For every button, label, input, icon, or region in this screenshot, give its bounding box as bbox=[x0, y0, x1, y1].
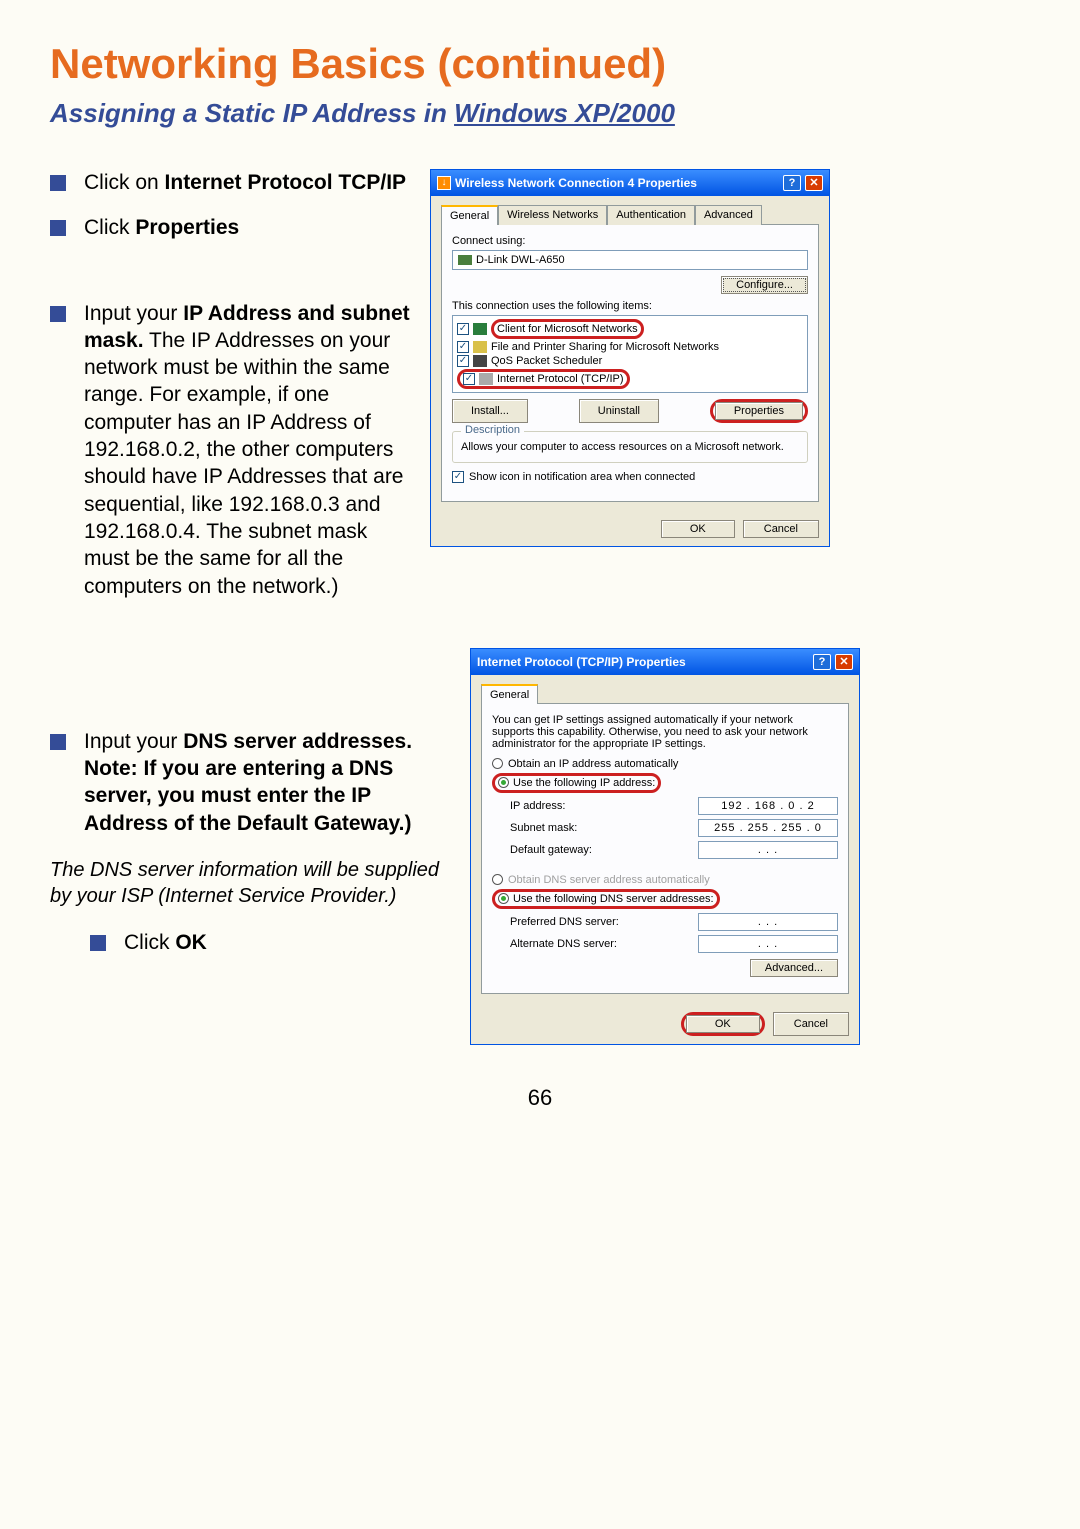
info-text: You can get IP settings assigned automat… bbox=[492, 714, 838, 750]
tcpip-properties-dialog: Internet Protocol (TCP/IP) Properties ? … bbox=[470, 648, 860, 1045]
list-item[interactable]: ✓ QoS Packet Scheduler bbox=[455, 354, 805, 368]
tab-wireless-networks[interactable]: Wireless Networks bbox=[498, 205, 607, 225]
bullet-icon bbox=[90, 935, 106, 951]
show-icon-checkbox[interactable]: ✓ bbox=[452, 471, 464, 483]
radio-auto-dns bbox=[492, 874, 503, 885]
tab-general[interactable]: General bbox=[441, 205, 498, 225]
list-item[interactable]: ✓ File and Printer Sharing for Microsoft… bbox=[455, 340, 805, 354]
radio-auto-ip[interactable] bbox=[492, 758, 503, 769]
connection-properties-dialog: ↓ Wireless Network Connection 4 Properti… bbox=[430, 169, 830, 547]
subtitle-prefix: Assigning a Static IP Address in bbox=[50, 98, 454, 128]
bullet-icon bbox=[50, 734, 66, 750]
tab-general[interactable]: General bbox=[481, 684, 538, 704]
install-button[interactable]: Install... bbox=[452, 399, 528, 423]
checkbox-icon[interactable]: ✓ bbox=[457, 355, 469, 367]
page-title: Networking Basics (continued) bbox=[50, 40, 1030, 88]
show-icon-label: Show icon in notification area when conn… bbox=[469, 471, 695, 483]
bullet-icon bbox=[50, 220, 66, 236]
bullet-3: Input your IP Address and subnet mask. T… bbox=[84, 300, 410, 600]
cancel-button[interactable]: Cancel bbox=[773, 1012, 849, 1036]
subnet-input[interactable]: 255 . 255 . 255 . 0 bbox=[698, 819, 838, 837]
description-text: Allows your computer to access resources… bbox=[461, 440, 799, 454]
help-button[interactable]: ? bbox=[783, 175, 801, 191]
ip-label: IP address: bbox=[510, 800, 650, 812]
adapter-field: D-Link DWL-A650 bbox=[452, 250, 808, 270]
ok-button[interactable]: OK bbox=[661, 520, 735, 538]
close-button[interactable]: ✕ bbox=[835, 654, 853, 670]
gateway-label: Default gateway: bbox=[510, 844, 650, 856]
client-icon bbox=[473, 323, 487, 335]
bullet-5: Click OK bbox=[124, 929, 450, 956]
items-list: ✓ Client for Microsoft Networks ✓ File a… bbox=[452, 315, 808, 393]
tab-authentication[interactable]: Authentication bbox=[607, 205, 695, 225]
radio-use-ip[interactable] bbox=[498, 777, 509, 788]
alt-dns-label: Alternate DNS server: bbox=[510, 938, 650, 950]
checkbox-icon[interactable]: ✓ bbox=[463, 373, 475, 385]
auto-ip-label: Obtain an IP address automatically bbox=[508, 758, 678, 770]
help-button[interactable]: ? bbox=[813, 654, 831, 670]
cancel-button[interactable]: Cancel bbox=[743, 520, 819, 538]
advanced-button[interactable]: Advanced... bbox=[750, 959, 838, 977]
checkbox-icon[interactable]: ✓ bbox=[457, 323, 469, 335]
connect-using-label: Connect using: bbox=[452, 235, 808, 247]
subnet-label: Subnet mask: bbox=[510, 822, 650, 834]
titlebar: ↓ Wireless Network Connection 4 Properti… bbox=[431, 170, 829, 196]
auto-dns-label: Obtain DNS server address automatically bbox=[508, 874, 710, 886]
use-dns-label: Use the following DNS server addresses: bbox=[513, 893, 714, 905]
properties-button[interactable]: Properties bbox=[715, 402, 803, 420]
bullet-2: Click Properties bbox=[84, 214, 410, 241]
subtitle-underline: Windows XP/2000 bbox=[454, 98, 675, 128]
items-label: This connection uses the following items… bbox=[452, 300, 808, 312]
tab-advanced[interactable]: Advanced bbox=[695, 205, 762, 225]
adapter-name: D-Link DWL-A650 bbox=[476, 254, 565, 266]
ip-input[interactable]: 192 . 168 . 0 . 2 bbox=[698, 797, 838, 815]
configure-button[interactable]: Configure... bbox=[721, 276, 808, 294]
bullet-icon bbox=[50, 175, 66, 191]
printer-icon bbox=[473, 341, 487, 353]
uninstall-button[interactable]: Uninstall bbox=[579, 399, 659, 423]
checkbox-icon[interactable]: ✓ bbox=[457, 341, 469, 353]
page-number: 66 bbox=[50, 1085, 1030, 1111]
window-title: Internet Protocol (TCP/IP) Properties bbox=[477, 655, 809, 669]
description-legend: Description bbox=[461, 424, 524, 436]
qos-icon bbox=[473, 355, 487, 367]
titlebar: Internet Protocol (TCP/IP) Properties ? … bbox=[471, 649, 859, 675]
ok-button[interactable]: OK bbox=[686, 1015, 760, 1033]
list-item[interactable]: ✓ Client for Microsoft Networks bbox=[455, 318, 805, 340]
pref-dns-input[interactable]: . . . bbox=[698, 913, 838, 931]
radio-use-dns[interactable] bbox=[498, 893, 509, 904]
bullet-1: Click on Internet Protocol TCP/IP bbox=[84, 169, 410, 196]
adapter-icon bbox=[458, 255, 472, 265]
bullet-4: Input your DNS server addresses. Note: I… bbox=[84, 728, 450, 837]
close-button[interactable]: ✕ bbox=[805, 175, 823, 191]
use-ip-label: Use the following IP address: bbox=[513, 777, 655, 789]
list-item[interactable]: ✓ Internet Protocol (TCP/IP) bbox=[455, 368, 805, 390]
tcpip-icon bbox=[479, 373, 493, 385]
window-title: Wireless Network Connection 4 Properties bbox=[455, 176, 779, 190]
gateway-input[interactable]: . . . bbox=[698, 841, 838, 859]
page-subtitle: Assigning a Static IP Address in Windows… bbox=[50, 98, 1030, 129]
pref-dns-label: Preferred DNS server: bbox=[510, 916, 650, 928]
window-icon: ↓ bbox=[437, 176, 451, 190]
alt-dns-input[interactable]: . . . bbox=[698, 935, 838, 953]
bullet-icon bbox=[50, 306, 66, 322]
italic-note: The DNS server information will be suppl… bbox=[50, 857, 450, 909]
